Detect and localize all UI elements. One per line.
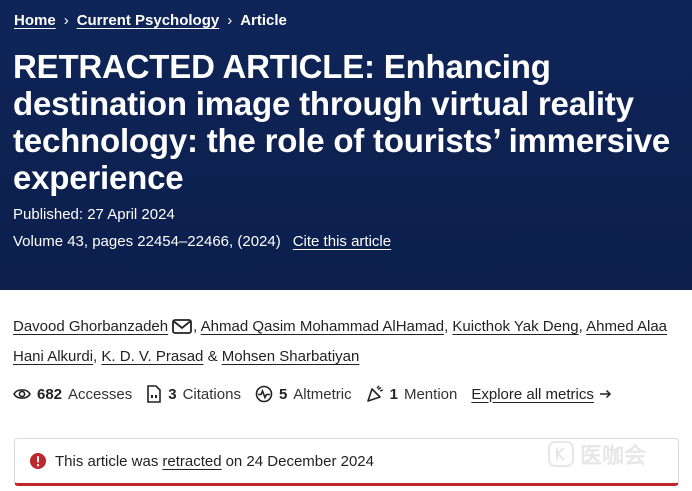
author-separator: , xyxy=(444,318,449,335)
breadcrumb-current: Article xyxy=(240,12,287,29)
breadcrumb-home-link[interactable]: Home xyxy=(14,12,56,29)
author-link[interactable]: Ahmad Qasim Mohammad AlHamad xyxy=(201,318,444,335)
retraction-suffix: on 24 December 2024 xyxy=(225,452,374,470)
metric-mention: 1 Mention xyxy=(366,385,458,403)
author-separator: , xyxy=(93,348,98,365)
volume-text: Volume 43, pages 22454–22466, (2024) xyxy=(13,233,281,250)
explore-metrics-label: Explore all metrics xyxy=(471,385,594,403)
retraction-prefix: This article was xyxy=(55,452,159,470)
megaphone-icon xyxy=(366,385,383,402)
watermark: 医咖会 xyxy=(547,438,646,470)
author-link[interactable]: K. D. V. Prasad xyxy=(101,348,203,365)
altmetric-icon xyxy=(255,385,273,403)
author-link[interactable]: Mohsen Sharbatiyan xyxy=(222,348,360,365)
cite-article-link[interactable]: Cite this article xyxy=(293,233,391,250)
altmetric-score: 5 xyxy=(278,385,288,403)
watermark-text: 医咖会 xyxy=(580,443,647,468)
error-info-icon xyxy=(30,453,46,469)
watermark-logo-icon xyxy=(548,441,574,467)
mention-count: 1 xyxy=(389,385,398,403)
explore-metrics-link[interactable]: Explore all metrics xyxy=(471,386,612,403)
accesses-icon xyxy=(13,389,31,399)
altmetric-label: Altmetric xyxy=(293,385,352,403)
metric-citations: 3 Citations xyxy=(146,385,241,403)
author-separator: & xyxy=(207,348,218,365)
citations-icon xyxy=(147,385,162,403)
author-separator: , xyxy=(193,318,198,335)
breadcrumb: Home › Current Psychology › Article xyxy=(14,12,287,29)
citations-label: Citations xyxy=(182,385,241,403)
article-title: RETRACTED ARTICLE: Enhancing destination… xyxy=(13,48,671,196)
chevron-right-icon: › xyxy=(63,12,69,29)
metric-altmetric: 5 Altmetric xyxy=(255,385,352,403)
chevron-right-icon: › xyxy=(227,12,233,29)
mention-label: Mention xyxy=(403,385,458,403)
citations-count: 3 xyxy=(168,385,177,403)
author-separator: , xyxy=(578,318,583,335)
published-date: Published: 27 April 2024 xyxy=(13,206,175,223)
metric-accesses: 682 Accesses xyxy=(13,386,132,403)
accesses-label: Accesses xyxy=(68,385,133,403)
author-list: Davood Ghorbanzadeh, Ahmad Qasim Mohamma… xyxy=(13,313,683,370)
volume-info: Volume 43, pages 22454–22466, (2024) Cite… xyxy=(13,233,391,250)
accesses-count: 682 xyxy=(37,385,63,403)
author-link[interactable]: Kuicthok Yak Deng xyxy=(452,318,578,335)
article-metrics: 682 Accesses 3 Citations 5 Altmetric 1 M… xyxy=(13,385,612,403)
breadcrumb-journal-link[interactable]: Current Psychology xyxy=(77,12,220,29)
retracted-link[interactable]: retracted xyxy=(162,453,221,470)
email-icon[interactable] xyxy=(172,316,193,343)
author-link[interactable]: Davood Ghorbanzadeh xyxy=(13,318,168,335)
article-header: Home › Current Psychology › Article RETR… xyxy=(0,0,692,290)
arrow-right-icon xyxy=(599,389,611,399)
